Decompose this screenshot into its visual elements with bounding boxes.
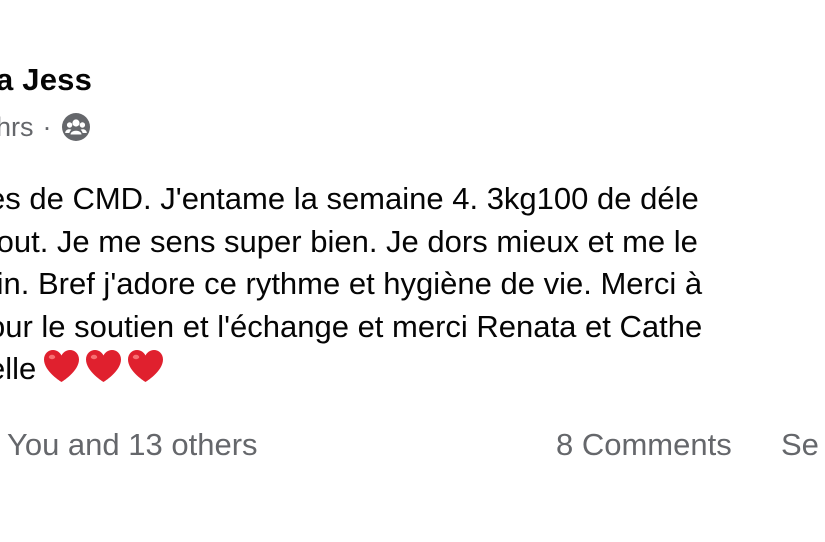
heart-emoji-icon (84, 348, 123, 384)
meta-separator: · (42, 111, 52, 142)
post-body-line: our le soutien et l'échange et merci Ren… (0, 308, 703, 344)
post-card: a Jess hrs · es de CMD. J'entame la sema… (0, 0, 825, 542)
heart-emoji-icon (42, 348, 81, 384)
post-body-line: tin. Bref j'adore ce rythme et hygiène d… (0, 266, 703, 301)
post-meta: hrs · (0, 111, 91, 143)
post-body-last-line: elle (0, 348, 825, 391)
post-footer: You and 13 others 8 Comments Se (0, 427, 825, 467)
post-body-line: tout. Je me sens super bien. Je dors mie… (0, 223, 698, 259)
group-icon (61, 112, 91, 142)
reactions-summary[interactable]: You and 13 others (7, 427, 258, 463)
post-body-text: es de CMD. J'entame la semaine 4. 3kg100… (0, 178, 825, 391)
post-timestamp[interactable]: hrs (0, 112, 34, 143)
post-body-line: es de CMD. J'entame la semaine 4. 3kg100… (0, 181, 699, 216)
seen-by-link[interactable]: Se (781, 427, 819, 463)
heart-emoji-group (42, 348, 168, 396)
post-author-name[interactable]: a Jess (0, 62, 92, 98)
comments-count-link[interactable]: 8 Comments (556, 427, 732, 463)
heart-emoji-icon (126, 348, 165, 384)
post-body-line: elle (0, 351, 37, 386)
